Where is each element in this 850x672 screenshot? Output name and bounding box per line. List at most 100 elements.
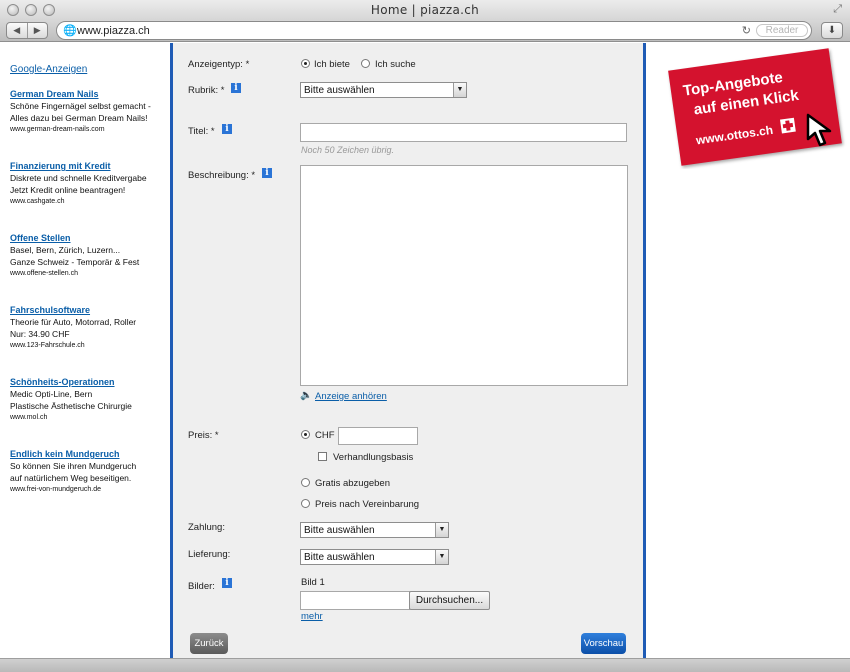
preview-button[interactable]: Vorschau [581, 633, 626, 654]
preis-input[interactable] [338, 427, 418, 445]
close-window-button[interactable] [7, 4, 19, 16]
rubrik-select-value: Bitte auswählen [304, 85, 375, 96]
ad-url: www.offene-stellen.ch [10, 270, 78, 277]
anzeigentyp-label: Anzeigentyp: * [188, 59, 250, 70]
ad-text: Nur: 34.90 CHF [10, 329, 70, 339]
ad-text: Theorie für Auto, Motorrad, Roller [10, 317, 137, 327]
chf-label: CHF [315, 430, 335, 441]
gratis-label[interactable]: Gratis abzugeben [315, 478, 390, 489]
zahlung-select[interactable]: Bitte auswählen ▼ [300, 522, 449, 538]
window-titlebar: Home | piazza.ch ⤢ [0, 0, 850, 20]
zoom-window-button[interactable] [43, 4, 55, 16]
verhandlungsbasis-label[interactable]: Verhandlungsbasis [333, 452, 413, 463]
ad-heading[interactable]: Fahrschulsoftware [10, 304, 165, 316]
rubrik-select[interactable]: Bitte auswählen ▼ [300, 82, 467, 98]
radio-ich-biete-label[interactable]: Ich biete [314, 59, 350, 70]
preis-label: Preis: * [188, 430, 219, 441]
ad-heading[interactable]: Finanzierung mit Kredit [10, 160, 165, 172]
back-arrow-icon[interactable]: ◀ [7, 23, 28, 38]
bilder-label: Bilder: [188, 581, 215, 592]
back-button[interactable]: Zurück [190, 633, 228, 654]
ad-form: Anzeigentyp: * Ich biete Ich suche Rubri… [173, 43, 643, 658]
ad-url: www.cashgate.ch [10, 198, 65, 205]
browser-toolbar: ◀ ▶ 🌐 www.piazza.ch ↻ Reader ⬇ [0, 20, 850, 42]
address-bar[interactable]: 🌐 www.piazza.ch ↻ Reader [56, 21, 812, 40]
bild1-file-input[interactable] [300, 591, 410, 610]
right-column: Top-Angebote auf einen Klick www.ottos.c… [646, 43, 850, 658]
titel-input[interactable] [300, 123, 627, 142]
ad-heading[interactable]: Schönheits-Operationen [10, 376, 165, 388]
nav-buttons: ◀ ▶ [6, 22, 48, 39]
lieferung-label: Lieferung: [188, 549, 231, 560]
rubrik-info-icon[interactable]: i [231, 83, 241, 93]
speaker-icon[interactable]: 🔈 [300, 390, 312, 401]
vereinbarung-label[interactable]: Preis nach Vereinbarung [315, 499, 419, 510]
minimize-window-button[interactable] [25, 4, 37, 16]
ad-item[interactable]: Endlich kein Mundgeruch So können Sie ih… [10, 448, 165, 496]
banner-line3: www.ottos.ch [695, 122, 774, 148]
radio-ich-suche[interactable] [361, 59, 370, 68]
durchsuchen-button[interactable]: Durchsuchen... [409, 591, 490, 610]
ad-text: Schöne Fingernägel selbst gemacht - [10, 101, 151, 111]
google-ads-column: Google-Anzeigen German Dream Nails Schön… [0, 43, 170, 658]
bilder-info-icon[interactable]: i [222, 578, 232, 588]
titel-label: Titel: * [188, 126, 215, 137]
ad-text: Alles dazu bei German Dream Nails! [10, 113, 148, 123]
cursor-arrow-icon [806, 113, 832, 147]
ad-text: Basel, Bern, Zürich, Luzern... [10, 245, 121, 255]
beschreibung-label: Beschreibung: * [188, 170, 256, 181]
window-title: Home | piazza.ch [370, 3, 480, 17]
google-ads-title[interactable]: Google-Anzeigen [10, 64, 87, 75]
ad-url: www.123-Fahrschule.ch [10, 342, 85, 349]
radio-preis-chf[interactable] [301, 430, 310, 439]
ad-heading[interactable]: German Dream Nails [10, 88, 165, 100]
radio-preis-vereinbarung[interactable] [301, 499, 310, 508]
radio-ich-biete[interactable] [301, 59, 310, 68]
downloads-icon[interactable]: ⬇ [821, 22, 843, 39]
ad-text: Ganze Schweiz - Temporär & Fest [10, 257, 140, 267]
ad-text: Jetzt Kredit online beantragen! [10, 185, 126, 195]
zahlung-select-value: Bitte auswählen [304, 525, 375, 536]
lieferung-select-value: Bitte auswählen [304, 552, 375, 563]
verhandlungsbasis-checkbox[interactable] [318, 452, 327, 461]
ad-heading[interactable]: Offene Stellen [10, 232, 165, 244]
chevron-down-icon: ▼ [453, 83, 466, 97]
swiss-cross-icon [780, 117, 796, 134]
ad-text: auf natürlichem Weg beseitigen. [10, 473, 132, 483]
forward-arrow-icon[interactable]: ▶ [28, 23, 48, 38]
ad-url: www.frei-von-mundgeruch.de [10, 486, 102, 493]
ad-item[interactable]: Offene Stellen Basel, Bern, Zürich, Luze… [10, 232, 165, 280]
ad-text: Diskrete und schnelle Kreditvergabe [10, 173, 147, 183]
zahlung-label: Zahlung: [188, 522, 225, 533]
ad-item[interactable]: German Dream Nails Schöne Fingernägel se… [10, 88, 165, 136]
radio-ich-suche-label[interactable]: Ich suche [375, 59, 416, 70]
globe-icon: 🌐 [63, 25, 77, 37]
browser-status-strip [0, 658, 850, 672]
beschreibung-info-icon[interactable]: i [262, 168, 272, 178]
ad-item[interactable]: Schönheits-Operationen Medic Opti-Line, … [10, 376, 165, 424]
reload-icon[interactable]: ↻ [742, 24, 751, 37]
web-page: Google-Anzeigen German Dream Nails Schön… [0, 43, 850, 658]
ad-url: www.german-dream-nails.com [10, 126, 105, 133]
ad-text: Plastische Ästhetische Chirurgie [10, 401, 132, 411]
anzeige-anhoeren-link[interactable]: Anzeige anhören [315, 391, 387, 402]
rubrik-label: Rubrik: * [188, 85, 225, 96]
reader-button[interactable]: Reader [756, 24, 808, 37]
titel-char-hint: Noch 50 Zeichen übrig. [301, 145, 395, 155]
ottos-banner[interactable]: Top-Angebote auf einen Klick www.ottos.c… [666, 43, 848, 169]
titel-info-icon[interactable]: i [222, 124, 232, 134]
ad-text: So können Sie ihren Mundgeruch [10, 461, 137, 471]
ad-heading[interactable]: Endlich kein Mundgeruch [10, 448, 165, 460]
url-text[interactable]: www.piazza.ch [77, 25, 150, 37]
ad-text: Medic Opti-Line, Bern [10, 389, 93, 399]
mehr-link[interactable]: mehr [301, 611, 323, 622]
ad-item[interactable]: Fahrschulsoftware Theorie für Auto, Moto… [10, 304, 165, 352]
beschreibung-textarea[interactable] [300, 165, 628, 386]
bild1-label: Bild 1 [301, 577, 325, 588]
fullscreen-icon[interactable]: ⤢ [833, 3, 842, 16]
lieferung-select[interactable]: Bitte auswählen ▼ [300, 549, 449, 565]
chevron-down-icon: ▼ [435, 550, 448, 564]
ad-item[interactable]: Finanzierung mit Kredit Diskrete und sch… [10, 160, 165, 208]
radio-gratis[interactable] [301, 478, 310, 487]
ad-url: www.mol.ch [10, 414, 48, 421]
